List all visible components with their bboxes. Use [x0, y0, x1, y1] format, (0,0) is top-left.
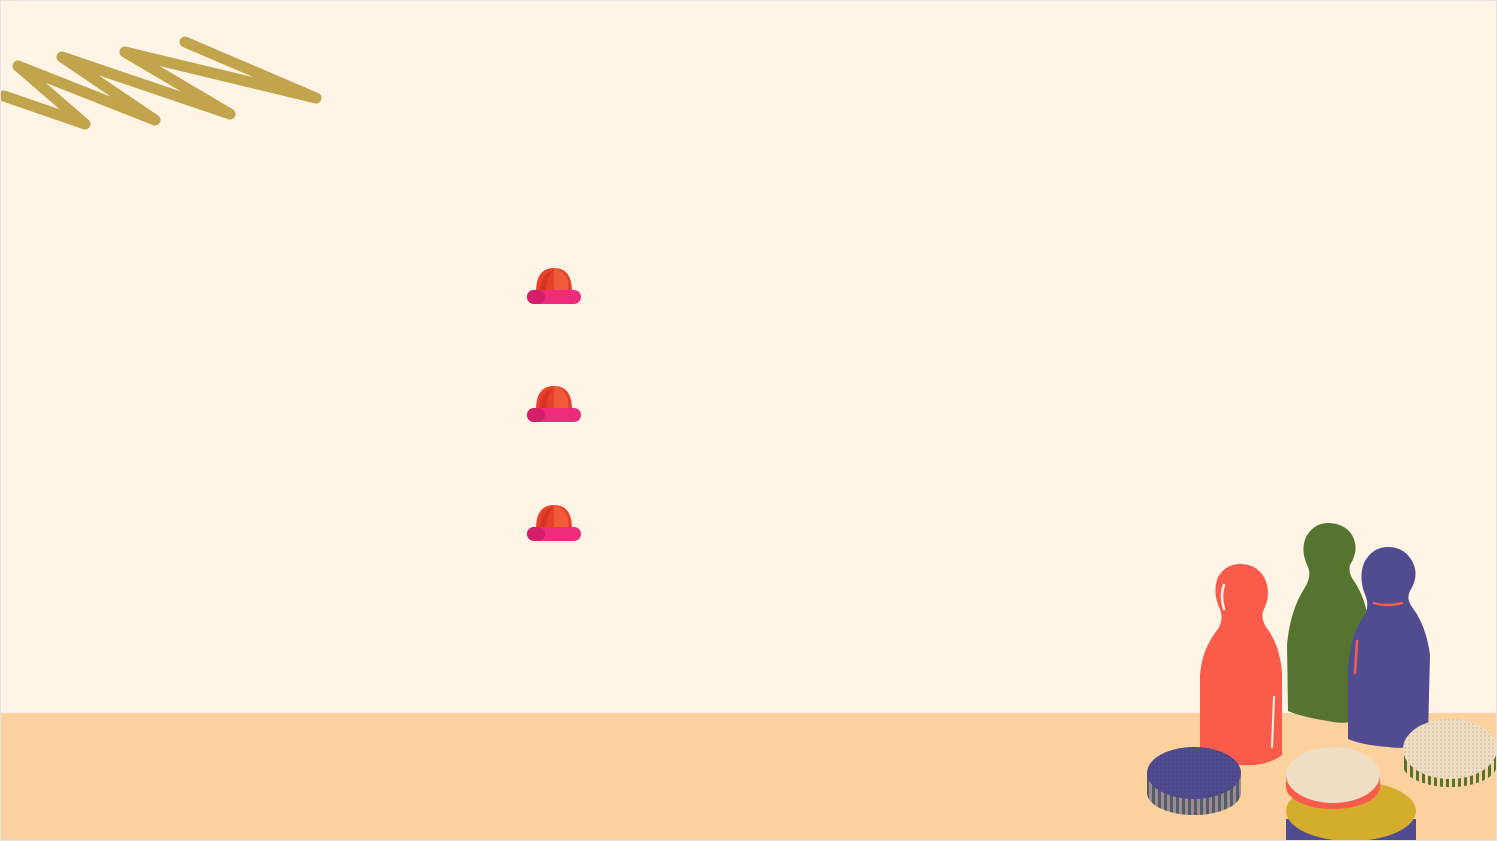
- board-game-pieces-illustration: [1147, 523, 1497, 841]
- chip-stack: [1286, 747, 1416, 841]
- red-pawn: [1200, 564, 1282, 766]
- bullet-icon-1: [527, 268, 581, 304]
- bullet-icon-2: [527, 386, 581, 422]
- blue-pawn: [1348, 547, 1430, 748]
- blue-chip: [1147, 747, 1241, 815]
- cream-chip: [1403, 719, 1497, 787]
- scribble-decoration: [0, 36, 322, 130]
- bullet-icon-3: [527, 505, 581, 541]
